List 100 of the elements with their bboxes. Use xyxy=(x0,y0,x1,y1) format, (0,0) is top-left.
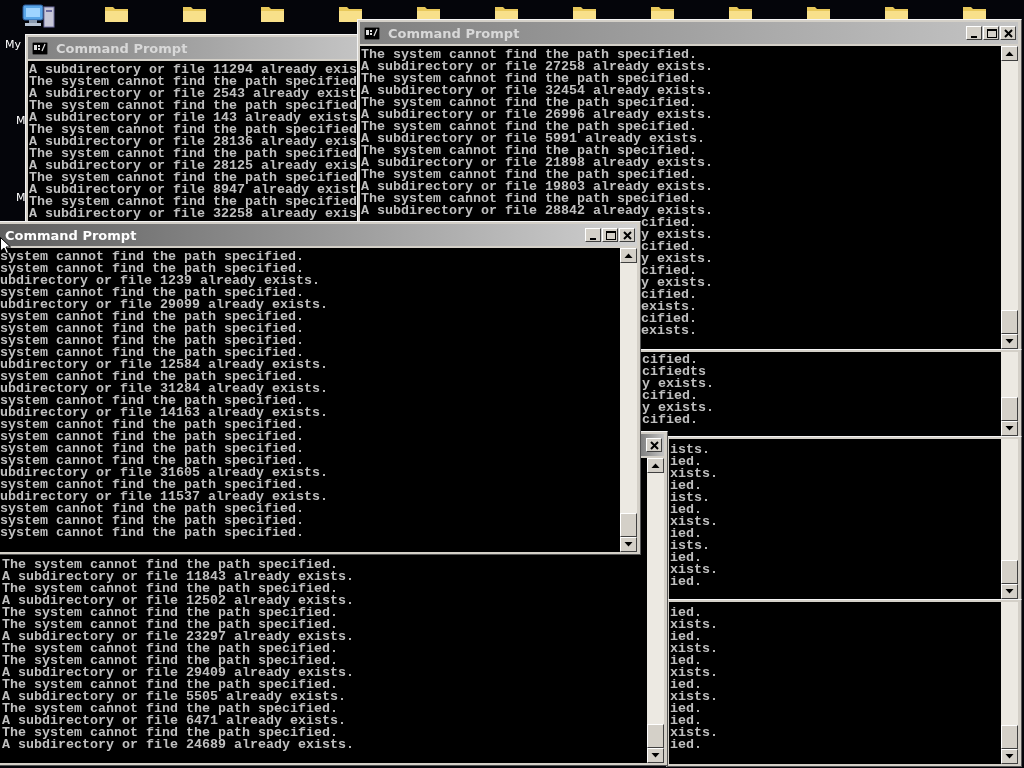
console-line: cified. xyxy=(642,414,699,426)
console-line: A subdirectory or file 28125 already exis xyxy=(29,160,356,172)
console-line: The system cannot find the path specified. xyxy=(2,607,339,619)
console-line: The system cannot find the path specified. xyxy=(361,97,697,109)
console-line: system cannot find the path specified. xyxy=(0,527,305,539)
scroll-down-button[interactable] xyxy=(1001,584,1018,599)
close-button[interactable] xyxy=(619,228,635,242)
console-line: The system cannot find the path specified. xyxy=(2,655,338,667)
console-line: ied. xyxy=(670,631,702,643)
console-line: The system cannot find the path specified. xyxy=(2,727,338,739)
console-line: ubdirectory or file 14163 already exists. xyxy=(0,407,329,419)
scrollbar[interactable] xyxy=(1001,352,1018,436)
window-title: Command Prompt xyxy=(4,227,137,243)
console-line: ists. xyxy=(670,540,711,552)
console-line: y exists. xyxy=(641,253,714,265)
console-line: system cannot find the path specified. xyxy=(0,455,304,467)
up-arrow-icon[interactable] xyxy=(624,253,633,258)
minimize-icon[interactable] xyxy=(970,35,977,38)
title-bar[interactable]: Command Prompt xyxy=(0,224,637,246)
console-line: The system cannot find the path specified. xyxy=(2,643,339,655)
console-line: cified. xyxy=(641,289,698,301)
console-line: cified. xyxy=(642,354,698,366)
scrollbar[interactable] xyxy=(620,248,637,552)
scroll-thumb[interactable] xyxy=(1001,560,1018,584)
console-line: ubdirectory or file 12584 already exists. xyxy=(0,359,329,371)
scroll-down-button[interactable] xyxy=(1001,334,1018,349)
scrollbar[interactable] xyxy=(1001,439,1018,599)
console-line: system cannot find the path specified. xyxy=(0,287,304,299)
console-line: exists. xyxy=(641,325,698,337)
console-line: cified. xyxy=(641,265,697,277)
scroll-thumb[interactable] xyxy=(1001,725,1018,749)
console-line: system cannot find the path specified. xyxy=(0,431,305,443)
icon-label[interactable]: M xyxy=(16,191,26,204)
scroll-thumb[interactable] xyxy=(1001,397,1018,421)
scrollbar[interactable] xyxy=(1001,602,1018,764)
console-line: A subdirectory or file 11294 already exis xyxy=(29,64,356,76)
console-line: A subdirectory or file 32258 already exis xyxy=(29,208,356,220)
console-line: ied. xyxy=(670,528,702,540)
scroll-down-button[interactable] xyxy=(647,748,664,763)
console-line: The system cannot find the path specified. xyxy=(361,193,697,205)
up-arrow-icon[interactable] xyxy=(651,463,660,468)
console-line: cified. xyxy=(641,313,698,325)
down-arrow-icon[interactable] xyxy=(651,753,660,758)
down-arrow-icon[interactable] xyxy=(1005,426,1014,431)
console-line: The system cannot find the path specified. xyxy=(361,169,697,181)
icon-label[interactable]: M xyxy=(16,114,26,127)
console-line: The system cannot find the path specified xyxy=(29,100,356,112)
console-line: ied. xyxy=(670,655,702,667)
scroll-up-button[interactable] xyxy=(620,248,637,263)
window-title: Command Prompt xyxy=(387,25,520,41)
console-line: A subdirectory or file 8947 already exist xyxy=(29,184,356,196)
scrollbar[interactable] xyxy=(1001,46,1018,349)
console-line: The system cannot find the path specified xyxy=(29,76,356,88)
console-line: A subdirectory or file 6471 already exists. xyxy=(2,715,347,727)
scroll-thumb[interactable] xyxy=(620,513,637,537)
console-line: ubdirectory or file 11537 already exists. xyxy=(0,491,329,503)
console-line: ubdirectory or file 31605 already exists. xyxy=(0,467,329,479)
console-line: The system cannot find the path specified. xyxy=(361,145,697,157)
console-line: A subdirectory or file 5991 already exists. xyxy=(361,133,706,145)
console-line: A subdirectory or file 11843 already exists. xyxy=(2,571,355,583)
scroll-down-button[interactable] xyxy=(1001,421,1018,436)
console-line: cified. xyxy=(642,390,698,402)
scroll-thumb[interactable] xyxy=(1001,310,1018,334)
console-line: xists. xyxy=(670,468,719,480)
scrollbar[interactable] xyxy=(647,458,664,763)
console-line: A subdirectory or file 28136 already exis xyxy=(29,136,356,148)
console-line: system cannot find the path specified. xyxy=(0,323,305,335)
console-line: ied. xyxy=(670,607,702,619)
console-line: ubdirectory or file 31284 already exists. xyxy=(0,383,329,395)
console-line: The system cannot find the path specified. xyxy=(361,121,697,133)
scroll-up-button[interactable] xyxy=(1001,46,1018,61)
console-line: xists. xyxy=(670,727,719,739)
down-arrow-icon[interactable] xyxy=(1005,339,1014,344)
console-line: ists. xyxy=(670,444,711,456)
down-arrow-icon[interactable] xyxy=(1005,754,1014,759)
console-line: system cannot find the path specified. xyxy=(0,395,304,407)
maximize-button[interactable] xyxy=(602,228,618,242)
console-line: y exists. xyxy=(642,402,715,414)
console-line: ied. xyxy=(670,480,702,492)
console-line: The system cannot find the path specified. xyxy=(361,49,697,61)
up-arrow-icon[interactable] xyxy=(1005,51,1014,56)
scroll-thumb[interactable] xyxy=(647,724,664,748)
console-line: system cannot find the path specified. xyxy=(0,371,304,383)
console-line: y exists. xyxy=(642,378,715,390)
console-line: ied. xyxy=(670,679,702,691)
console-line: ubdirectory or file 1239 already exists. xyxy=(0,275,321,287)
console-line: A subdirectory or file 27258 already exists. xyxy=(361,61,714,73)
console-line: system cannot find the path specified. xyxy=(0,347,304,359)
down-arrow-icon[interactable] xyxy=(1005,589,1014,594)
scroll-down-button[interactable] xyxy=(1001,749,1018,764)
down-arrow-icon[interactable] xyxy=(624,542,633,547)
console-line: The system cannot find the path specified xyxy=(29,172,356,184)
console-line: ied. xyxy=(670,576,703,588)
scroll-up-button[interactable] xyxy=(647,458,664,473)
computer-icon[interactable] xyxy=(22,3,56,29)
minimize-icon[interactable] xyxy=(589,237,596,240)
scroll-down-button[interactable] xyxy=(620,537,637,552)
minimize-button[interactable] xyxy=(585,228,601,242)
console-line: cified. xyxy=(641,241,697,253)
icon-label[interactable]: My xyxy=(5,38,21,51)
